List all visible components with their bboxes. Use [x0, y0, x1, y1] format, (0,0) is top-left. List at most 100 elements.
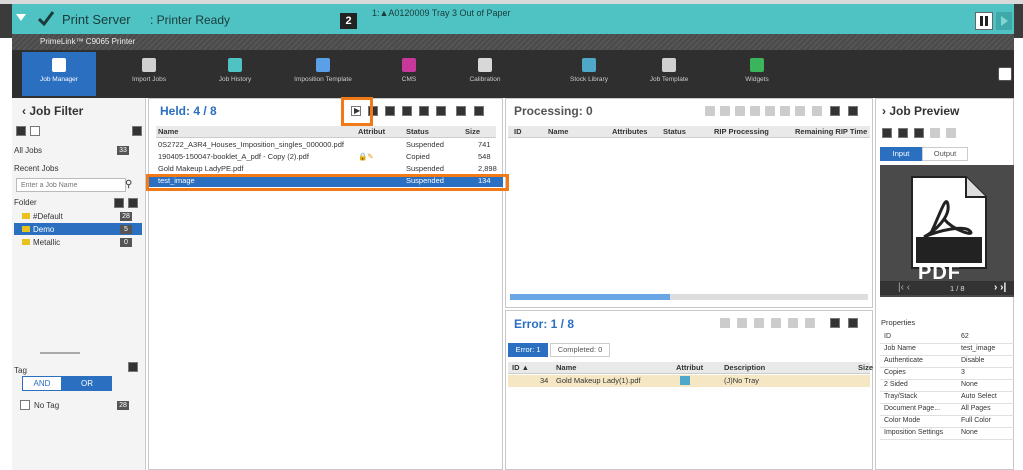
toolbar-icon[interactable]	[882, 128, 892, 138]
next-page-icon[interactable]: › ›|	[994, 282, 1006, 293]
held-job-name[interactable]: 190405-150047-booklet_A_pdf - Copy (2).p…	[158, 152, 309, 161]
pause-button[interactable]	[975, 12, 993, 30]
folder-item[interactable]: Demo	[33, 225, 54, 234]
toolbar-icon[interactable]	[436, 106, 446, 116]
held-job-status: Suspended	[406, 140, 444, 149]
toolbar-icon[interactable]	[750, 106, 760, 116]
toolbar-icon[interactable]	[830, 318, 840, 328]
held-col-header[interactable]: Name	[158, 127, 178, 136]
tag-icon[interactable]	[128, 362, 138, 372]
toolbar-icon[interactable]	[456, 106, 466, 116]
search-icon[interactable]: ⚲	[125, 179, 132, 190]
toolbar-icon[interactable]	[830, 106, 840, 116]
job-count-badge[interactable]: 2	[340, 13, 357, 29]
processing-col-header[interactable]: RIP Processing	[714, 127, 769, 136]
ribbon-label: Widgets	[745, 76, 769, 83]
ribbon-label: Stock Library	[570, 76, 608, 83]
processing-col-header[interactable]: Remaining RIP Time	[795, 127, 867, 136]
toolbar-icon[interactable]	[812, 106, 822, 116]
property-value: Full Color	[961, 417, 991, 424]
horizontal-scrollbar[interactable]	[510, 294, 868, 300]
toolbar-icon[interactable]	[771, 318, 781, 328]
held-col-header[interactable]: Status	[406, 127, 429, 136]
toolbar-icon[interactable]	[720, 106, 730, 116]
toolbar-icon[interactable]	[735, 106, 745, 116]
resize-handle[interactable]	[40, 352, 80, 354]
add-folder-icon[interactable]	[114, 198, 124, 208]
ribbon-job-manager[interactable]: Job Manager	[22, 52, 96, 96]
held-col-header[interactable]: Size	[465, 127, 480, 136]
toolbar-icon[interactable]	[946, 128, 956, 138]
ribbon-imposition-template[interactable]: Imposition Template	[286, 52, 360, 96]
recent-jobs-label[interactable]: Recent Jobs	[14, 164, 58, 173]
property-value: Disable	[961, 357, 985, 364]
no-tag-checkbox[interactable]	[20, 400, 30, 410]
folder-options-icon[interactable]	[128, 198, 138, 208]
tab-input[interactable]: Input	[880, 147, 922, 161]
refresh-icon[interactable]	[30, 126, 40, 136]
processing-col-header[interactable]: Status	[663, 127, 686, 136]
settings-gear-icon[interactable]	[998, 67, 1012, 81]
ribbon-job-history[interactable]: Job History	[198, 52, 272, 96]
tab-output[interactable]: Output	[922, 147, 968, 161]
toolbar-icon[interactable]	[805, 318, 815, 328]
collapse-triangle-icon[interactable]	[16, 14, 26, 21]
toolbar-icon[interactable]	[848, 318, 858, 328]
toolbar-icon[interactable]	[737, 318, 747, 328]
toolbar-icon[interactable]	[788, 318, 798, 328]
held-col-header[interactable]: Attribut	[358, 127, 385, 136]
toolbar-icon[interactable]	[705, 106, 715, 116]
or-toggle[interactable]: OR	[62, 376, 112, 391]
toolbar-icon[interactable]	[402, 106, 412, 116]
toolbar-icon[interactable]	[795, 106, 805, 116]
held-job-status: Suspended	[406, 164, 444, 173]
folder-item[interactable]: #Default	[33, 212, 63, 221]
folder-icon	[22, 239, 30, 245]
property-value: None	[961, 381, 978, 388]
error-col-header[interactable]: ID ▲	[512, 363, 529, 372]
toolbar-icon[interactable]	[930, 128, 940, 138]
ribbon-icon	[662, 58, 676, 72]
toolbar-icon[interactable]	[848, 106, 858, 116]
warning-message[interactable]: 1:▲A0120009 Tray 3 Out of Paper	[372, 8, 511, 18]
error-col-header[interactable]: Attribut	[676, 363, 703, 372]
held-job-name[interactable]: 0S2722_A3R4_Houses_Imposition_singles_00…	[158, 140, 344, 149]
filter-gear-icon[interactable]	[132, 126, 142, 136]
ribbon-widgets[interactable]: Widgets	[720, 52, 794, 96]
play-icon[interactable]	[996, 12, 1012, 30]
toolbar-icon[interactable]	[385, 106, 395, 116]
folder-count: 28	[120, 212, 132, 221]
and-toggle[interactable]: AND	[22, 376, 62, 391]
held-job-name[interactable]: Gold Makeup LadyPE.pdf	[158, 164, 243, 173]
ribbon-calibration[interactable]: Calibration	[448, 52, 522, 96]
ribbon-cms[interactable]: CMS	[372, 52, 446, 96]
ribbon-import-jobs[interactable]: Import Jobs	[112, 52, 186, 96]
processing-col-header[interactable]: ID	[514, 127, 522, 136]
error-col-header[interactable]: Name	[556, 363, 576, 372]
processing-col-header[interactable]: Attributes	[612, 127, 647, 136]
tab-error[interactable]: Error: 1	[508, 343, 548, 357]
ribbon-icon	[478, 58, 492, 72]
error-col-header[interactable]: Size	[858, 363, 873, 372]
tab-completed[interactable]: Completed: 0	[550, 343, 610, 357]
prev-page-icon[interactable]: |‹ ‹	[898, 282, 910, 293]
processing-col-header[interactable]: Name	[548, 127, 568, 136]
toolbar-icon[interactable]	[780, 106, 790, 116]
toolbar-icon[interactable]	[474, 106, 484, 116]
toolbar-icon[interactable]	[419, 106, 429, 116]
job-search-input[interactable]	[16, 178, 126, 192]
toolbar-icon[interactable]	[765, 106, 775, 116]
filter-icon[interactable]	[16, 126, 26, 136]
toolbar-icon[interactable]	[914, 128, 924, 138]
processing-title: Processing: 0	[514, 104, 593, 118]
toolbar-icon[interactable]	[754, 318, 764, 328]
error-job-name[interactable]: Gold Makeup Lady(1).pdf	[556, 376, 641, 385]
ribbon-job-template[interactable]: Job Template	[632, 52, 706, 96]
toolbar-icon[interactable]	[720, 318, 730, 328]
error-col-header[interactable]: Description	[724, 363, 765, 372]
property-value: Auto Select	[961, 393, 997, 400]
ribbon-stock-library[interactable]: Stock Library	[552, 52, 626, 96]
all-jobs-label[interactable]: All Jobs	[14, 146, 42, 155]
folder-item[interactable]: Metallic	[33, 238, 60, 247]
toolbar-icon[interactable]	[898, 128, 908, 138]
